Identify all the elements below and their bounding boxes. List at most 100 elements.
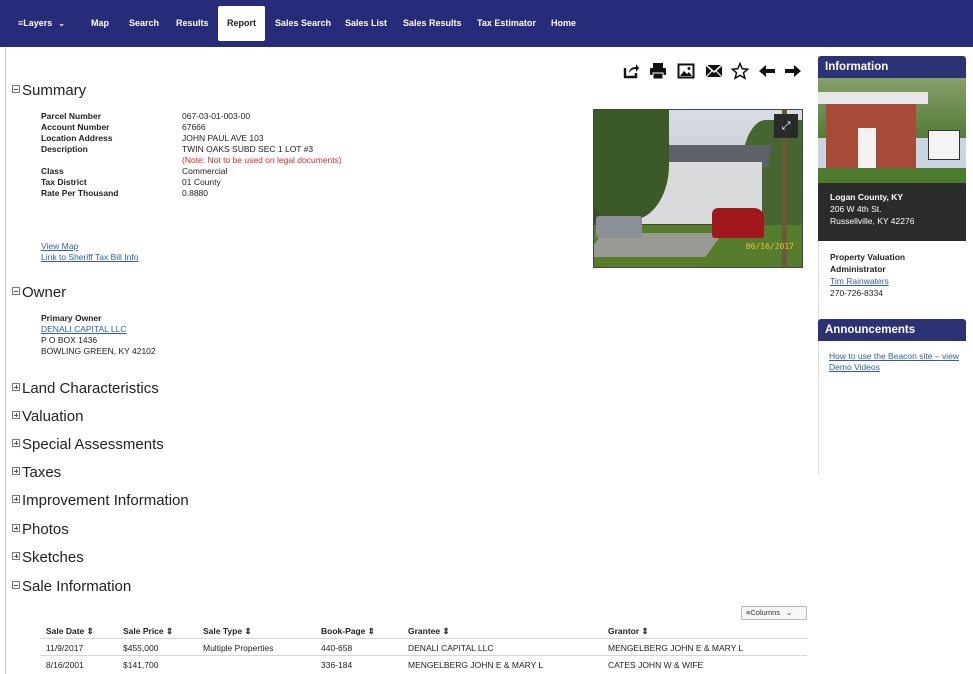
- table-cell: 8/16/2001: [46, 660, 84, 670]
- tax-district-value: 01 County: [182, 177, 221, 187]
- section-photos[interactable]: Photos: [12, 521, 69, 538]
- office-name: Logan County, KY: [830, 192, 904, 202]
- table-cell: CATES JOHN W & WIFE: [608, 660, 704, 670]
- information-header: Information: [818, 56, 966, 78]
- view-map-link[interactable]: View Map: [41, 241, 78, 251]
- expand-plus-icon: [12, 467, 20, 475]
- table-cell: MENGELBERG JOHN E & MARY L: [408, 660, 544, 670]
- arrow-left-icon[interactable]: [758, 62, 776, 80]
- table-cell: $455,000: [123, 643, 159, 653]
- nav-sales-results[interactable]: Sales Results: [403, 0, 462, 47]
- section-summary-header[interactable]: Summary: [12, 82, 86, 99]
- parcel-number-label: Parcel Number: [41, 111, 101, 121]
- location-address-value: JOHN PAUL AVE 103: [182, 133, 264, 143]
- print-icon[interactable]: [649, 62, 667, 80]
- nav-tax-estimator[interactable]: Tax Estimator: [477, 0, 536, 47]
- office-street: 206 W 4th St.: [830, 204, 882, 214]
- collapse-icon: [12, 581, 20, 589]
- col-grantor[interactable]: Grantor ⇕: [608, 626, 649, 637]
- columns-dropdown-button[interactable]: ≡Columns ⌄: [741, 606, 807, 620]
- tax-district-label: Tax District: [41, 177, 87, 187]
- table-cell: MENGELBERG JOHN E & MARY L: [608, 643, 744, 653]
- email-icon[interactable]: [705, 62, 723, 80]
- table-cell: 440-658: [321, 643, 353, 653]
- announcement-link-line1[interactable]: How to use the Beacon site – view: [829, 351, 959, 361]
- pva-title-line1: Property Valuation: [830, 252, 906, 262]
- section-improvement-information[interactable]: Improvement Information: [12, 492, 189, 509]
- section-special-assessments[interactable]: Special Assessments: [12, 436, 164, 453]
- section-sketches[interactable]: Sketches: [12, 549, 84, 566]
- section-land-characteristics[interactable]: Land Characteristics: [12, 380, 159, 397]
- rate-per-thousand-value: 0.8880: [182, 188, 208, 198]
- pva-title-line2: Administrator: [830, 264, 886, 274]
- collapse-icon: [12, 85, 20, 93]
- expand-plus-icon: [12, 524, 20, 532]
- section-summary-title: Summary: [22, 82, 87, 99]
- col-book-page[interactable]: Book-Page ⇕: [321, 626, 375, 637]
- class-label: Class: [41, 166, 64, 176]
- nav-sales-list[interactable]: Sales List: [345, 0, 387, 47]
- section-owner-header[interactable]: Owner: [12, 284, 66, 301]
- nav-results[interactable]: Results: [176, 0, 209, 47]
- legal-note: (Note: Not to be used on legal documents…: [182, 155, 342, 165]
- col-sale-type[interactable]: Sale Type ⇕: [203, 626, 252, 637]
- sort-icon: ⇕: [641, 626, 649, 636]
- owner-address-line2: BOWLING GREEN, KY 42102: [41, 346, 156, 356]
- nav-map[interactable]: Map: [91, 0, 109, 47]
- section-valuation[interactable]: Valuation: [12, 408, 83, 425]
- sheriff-tax-bill-link[interactable]: Link to Sheriff Tax Bill Info: [41, 252, 139, 262]
- expand-plus-icon: [12, 552, 20, 560]
- arrow-right-icon[interactable]: [784, 62, 802, 80]
- sort-icon: ⇕: [166, 626, 174, 636]
- property-photo[interactable]: 06/16/2017 ⤢: [593, 109, 803, 268]
- announcement-link-line2[interactable]: Demo Videos: [829, 362, 880, 372]
- pva-name-link[interactable]: Tim Rainwaters: [830, 276, 889, 286]
- expand-plus-icon: [12, 411, 20, 419]
- table-cell: Multiple Properties: [203, 643, 274, 653]
- section-owner-title: Owner: [22, 284, 67, 301]
- photo-date-stamp: 06/16/2017: [745, 242, 794, 251]
- col-sale-date[interactable]: Sale Date ⇕: [46, 626, 94, 637]
- expand-icon[interactable]: ⤢: [774, 114, 798, 138]
- table-cell: 336-184: [321, 660, 353, 670]
- office-address-box: Logan County, KY 206 W 4th St. Russellvi…: [818, 183, 966, 241]
- nav-report[interactable]: Report: [218, 6, 265, 41]
- announcements-header: Announcements: [818, 319, 966, 341]
- owner-name-link[interactable]: DENALI CAPITAL LLC: [41, 324, 127, 334]
- expand-plus-icon: [12, 383, 20, 391]
- owner-address-line1: P O BOX 1436: [41, 335, 98, 345]
- description-value: TWIN OAKS SUBD SEC 1 LOT #3: [182, 144, 314, 154]
- primary-owner-label: Primary Owner: [41, 313, 102, 323]
- section-taxes[interactable]: Taxes: [12, 464, 61, 481]
- table-cell: $141,700: [123, 660, 159, 670]
- share-icon[interactable]: [622, 62, 640, 80]
- table-cell: 11/9/2017: [46, 643, 84, 653]
- nav-home[interactable]: Home: [551, 0, 576, 47]
- image-icon[interactable]: [677, 62, 695, 80]
- nav-layers-dropdown[interactable]: ≡Layers ⌄: [18, 0, 65, 47]
- pva-phone: 270-726-8334: [830, 288, 883, 298]
- nav-search[interactable]: Search: [129, 0, 159, 47]
- expand-plus-icon: [12, 495, 20, 503]
- sort-icon: ⇕: [442, 626, 450, 636]
- location-address-label: Location Address: [41, 133, 113, 143]
- expand-plus-icon: [12, 439, 20, 447]
- office-photo: [818, 78, 966, 183]
- top-navigation-bar: ≡Layers ⌄ Map Search Results Report Sales…: [0, 0, 973, 47]
- description-label: Description: [41, 144, 88, 154]
- star-icon[interactable]: [731, 62, 749, 80]
- account-number-label: Account Number: [41, 122, 110, 132]
- chevron-down-icon: ⌄: [785, 608, 793, 617]
- col-grantee[interactable]: Grantee ⇕: [408, 626, 450, 637]
- chevron-down-icon: ⌄: [58, 19, 65, 28]
- nav-sales-search[interactable]: Sales Search: [275, 0, 331, 47]
- sort-icon: ⇕: [86, 626, 94, 636]
- parcel-number-value: 067-03-01-003-00: [182, 111, 251, 121]
- section-sale-information-header[interactable]: Sale Information: [12, 578, 131, 595]
- sort-icon: ⇕: [244, 626, 252, 636]
- col-sale-price[interactable]: Sale Price ⇕: [123, 626, 173, 637]
- table-cell: DENALI CAPITAL LLC: [408, 643, 494, 653]
- nav-layers-label: Layers: [23, 18, 53, 28]
- class-value: Commercial: [182, 166, 228, 176]
- account-number-value: 67666: [182, 122, 206, 132]
